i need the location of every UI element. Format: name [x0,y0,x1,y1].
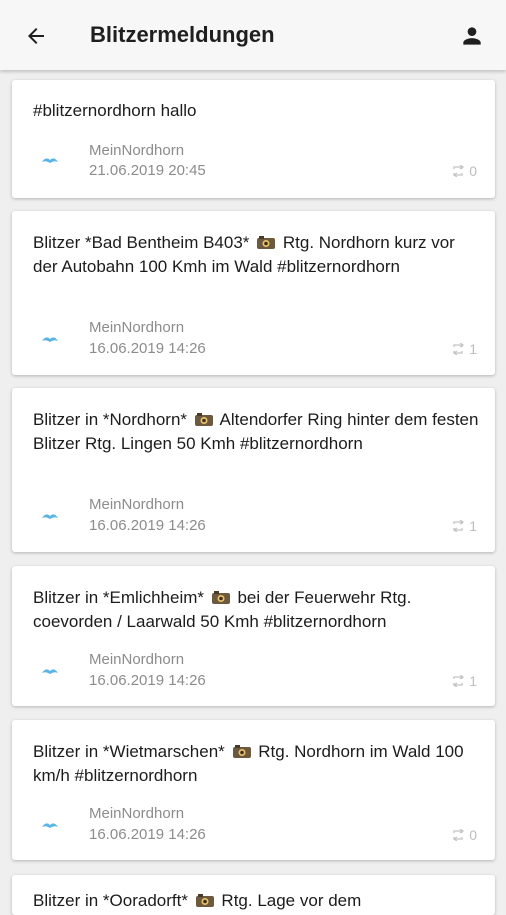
retweet-icon [453,520,465,532]
share-button[interactable]: 1 [452,673,477,689]
post-text: Blitzer in *Wietmarschen* Rtg. Nordhorn … [33,742,464,785]
arrow-back-icon [28,28,44,44]
account-button[interactable] [450,14,494,58]
post-card[interactable]: Blitzer *Bad Bentheim B403* Rtg. Nordhor… [12,211,495,375]
share-count: 0 [469,827,477,843]
camera-flash-icon [211,591,230,604]
share-button[interactable]: 1 [452,518,477,534]
camera-flash-icon [232,745,251,758]
retweet-icon [453,343,465,355]
page-title: Blitzermeldungen [90,22,275,47]
post-card[interactable]: Blitzer in *Nordhorn* Altendorfer Ring h… [12,388,495,552]
share-button[interactable]: 1 [452,341,477,357]
camera-flash-icon [195,894,214,907]
post-author: MeinNordhorn [89,805,185,822]
app-bar: Blitzermeldungen [0,0,506,70]
post-text: #blitzernordhorn hallo [33,101,197,120]
back-button[interactable] [14,14,58,58]
camera-flash-icon [257,236,276,249]
post-date: 21.06.2019 20:45 [89,162,206,179]
post-date: 16.06.2019 14:26 [89,340,206,357]
author-avatar [38,152,62,168]
post-date: 16.06.2019 14:26 [89,517,206,534]
author-avatar [38,508,62,524]
share-button[interactable]: 0 [452,163,477,179]
post-card[interactable]: Blitzer in *Emlichheim* bei der Feuerweh… [12,566,495,706]
post-date: 16.06.2019 14:26 [89,826,206,843]
post-text: Blitzer in *Emlichheim* bei der Feuerweh… [33,588,412,631]
author-avatar [38,817,62,833]
account-icon [463,27,481,45]
post-text: Blitzer *Bad Bentheim B403* Rtg. Nordhor… [33,233,455,276]
author-avatar [38,331,62,347]
share-button[interactable]: 0 [452,827,477,843]
retweet-icon [453,675,465,687]
post-author: MeinNordhorn [89,651,185,668]
bird-icon [42,514,58,519]
post-date: 16.06.2019 14:26 [89,672,206,689]
post-card[interactable]: #blitzernordhorn hallo MeinNordhorn 21.0… [12,80,495,198]
bird-icon [42,337,58,342]
post-author: MeinNordhorn [89,496,185,513]
retweet-icon [453,165,465,177]
post-card[interactable]: Blitzer in *Wietmarschen* Rtg. Nordhorn … [12,720,495,860]
share-count: 1 [469,673,477,689]
share-count: 0 [469,163,477,179]
bird-icon [42,823,58,828]
camera-flash-icon [194,413,213,426]
author-avatar [38,663,62,679]
post-text: Blitzer in *Ooradorft* Rtg. Lage vor dem [33,891,362,910]
post-card[interactable]: Blitzer in *Ooradorft* Rtg. Lage vor dem [12,875,495,915]
post-author: MeinNordhorn [89,142,185,159]
retweet-icon [453,829,465,841]
bird-icon [42,158,58,163]
share-count: 1 [469,518,477,534]
post-text: Blitzer in *Nordhorn* Altendorfer Ring h… [33,410,479,453]
post-author: MeinNordhorn [89,319,185,336]
share-count: 1 [469,341,477,357]
bird-icon [42,669,58,674]
